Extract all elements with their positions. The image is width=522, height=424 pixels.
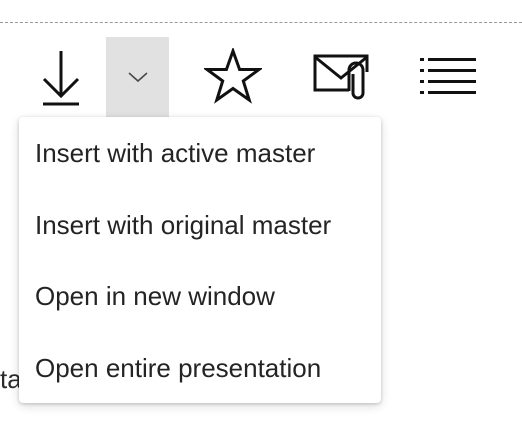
dashed-divider [0, 22, 522, 23]
star-icon [204, 48, 262, 104]
mail-attachment-icon [313, 54, 369, 100]
insert-options-dropdown-toggle[interactable] [106, 37, 169, 117]
download-icon [42, 51, 80, 106]
app-stage: ta Insert with active master Insert with… [0, 0, 522, 424]
menu-item-open-entire-presentation[interactable]: Open entire presentation [19, 333, 381, 405]
list-icon [420, 58, 476, 94]
chevron-down-icon [127, 72, 148, 83]
background-partial-text: ta [0, 364, 20, 394]
menu-item-insert-original-master[interactable]: Insert with original master [19, 190, 381, 262]
favorite-button[interactable] [198, 40, 268, 112]
insert-options-menu: Insert with active master Insert with or… [19, 117, 381, 403]
email-with-attachment-button[interactable] [306, 40, 378, 112]
menu-item-open-new-window[interactable]: Open in new window [19, 261, 381, 333]
download-button[interactable] [30, 40, 92, 112]
menu-item-insert-active-master[interactable]: Insert with active master [19, 118, 381, 190]
list-button[interactable] [412, 40, 484, 112]
